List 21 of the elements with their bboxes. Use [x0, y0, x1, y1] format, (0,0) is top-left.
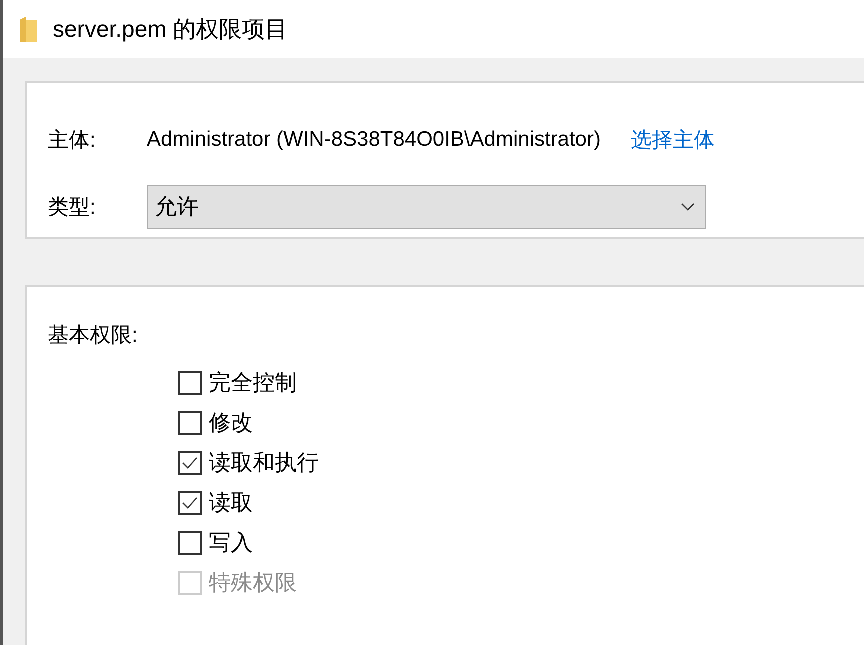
permission-checkbox[interactable]: 写入 — [178, 528, 864, 558]
select-principal-link[interactable]: 选择主体 — [630, 126, 715, 154]
chevron-down-icon — [681, 202, 695, 210]
type-dropdown[interactable]: 允许 — [147, 184, 706, 228]
checkmark-icon — [182, 497, 198, 509]
folder-icon — [20, 16, 37, 42]
checkmark-icon — [182, 457, 198, 469]
checkbox[interactable] — [178, 411, 202, 435]
principal-value: Administrator (WIN-8S38T84O0IB\Administrator) — [147, 128, 601, 152]
window-title: server.pem 的权限项目 — [53, 14, 288, 44]
checkbox[interactable] — [178, 451, 202, 475]
permission-checkbox[interactable]: 修改 — [178, 408, 864, 438]
checkbox[interactable] — [178, 491, 202, 515]
permission-checkbox[interactable]: 读取和执行 — [178, 448, 864, 478]
type-label: 类型: — [48, 194, 97, 220]
permissions-heading: 基本权限: — [48, 324, 138, 347]
checkbox[interactable] — [178, 371, 202, 395]
permission-checkbox[interactable]: 完全控制 — [178, 368, 864, 398]
principal-label: 主体: — [48, 128, 97, 154]
permission-checkbox[interactable]: 读取 — [178, 488, 864, 518]
checkbox[interactable] — [178, 531, 202, 555]
